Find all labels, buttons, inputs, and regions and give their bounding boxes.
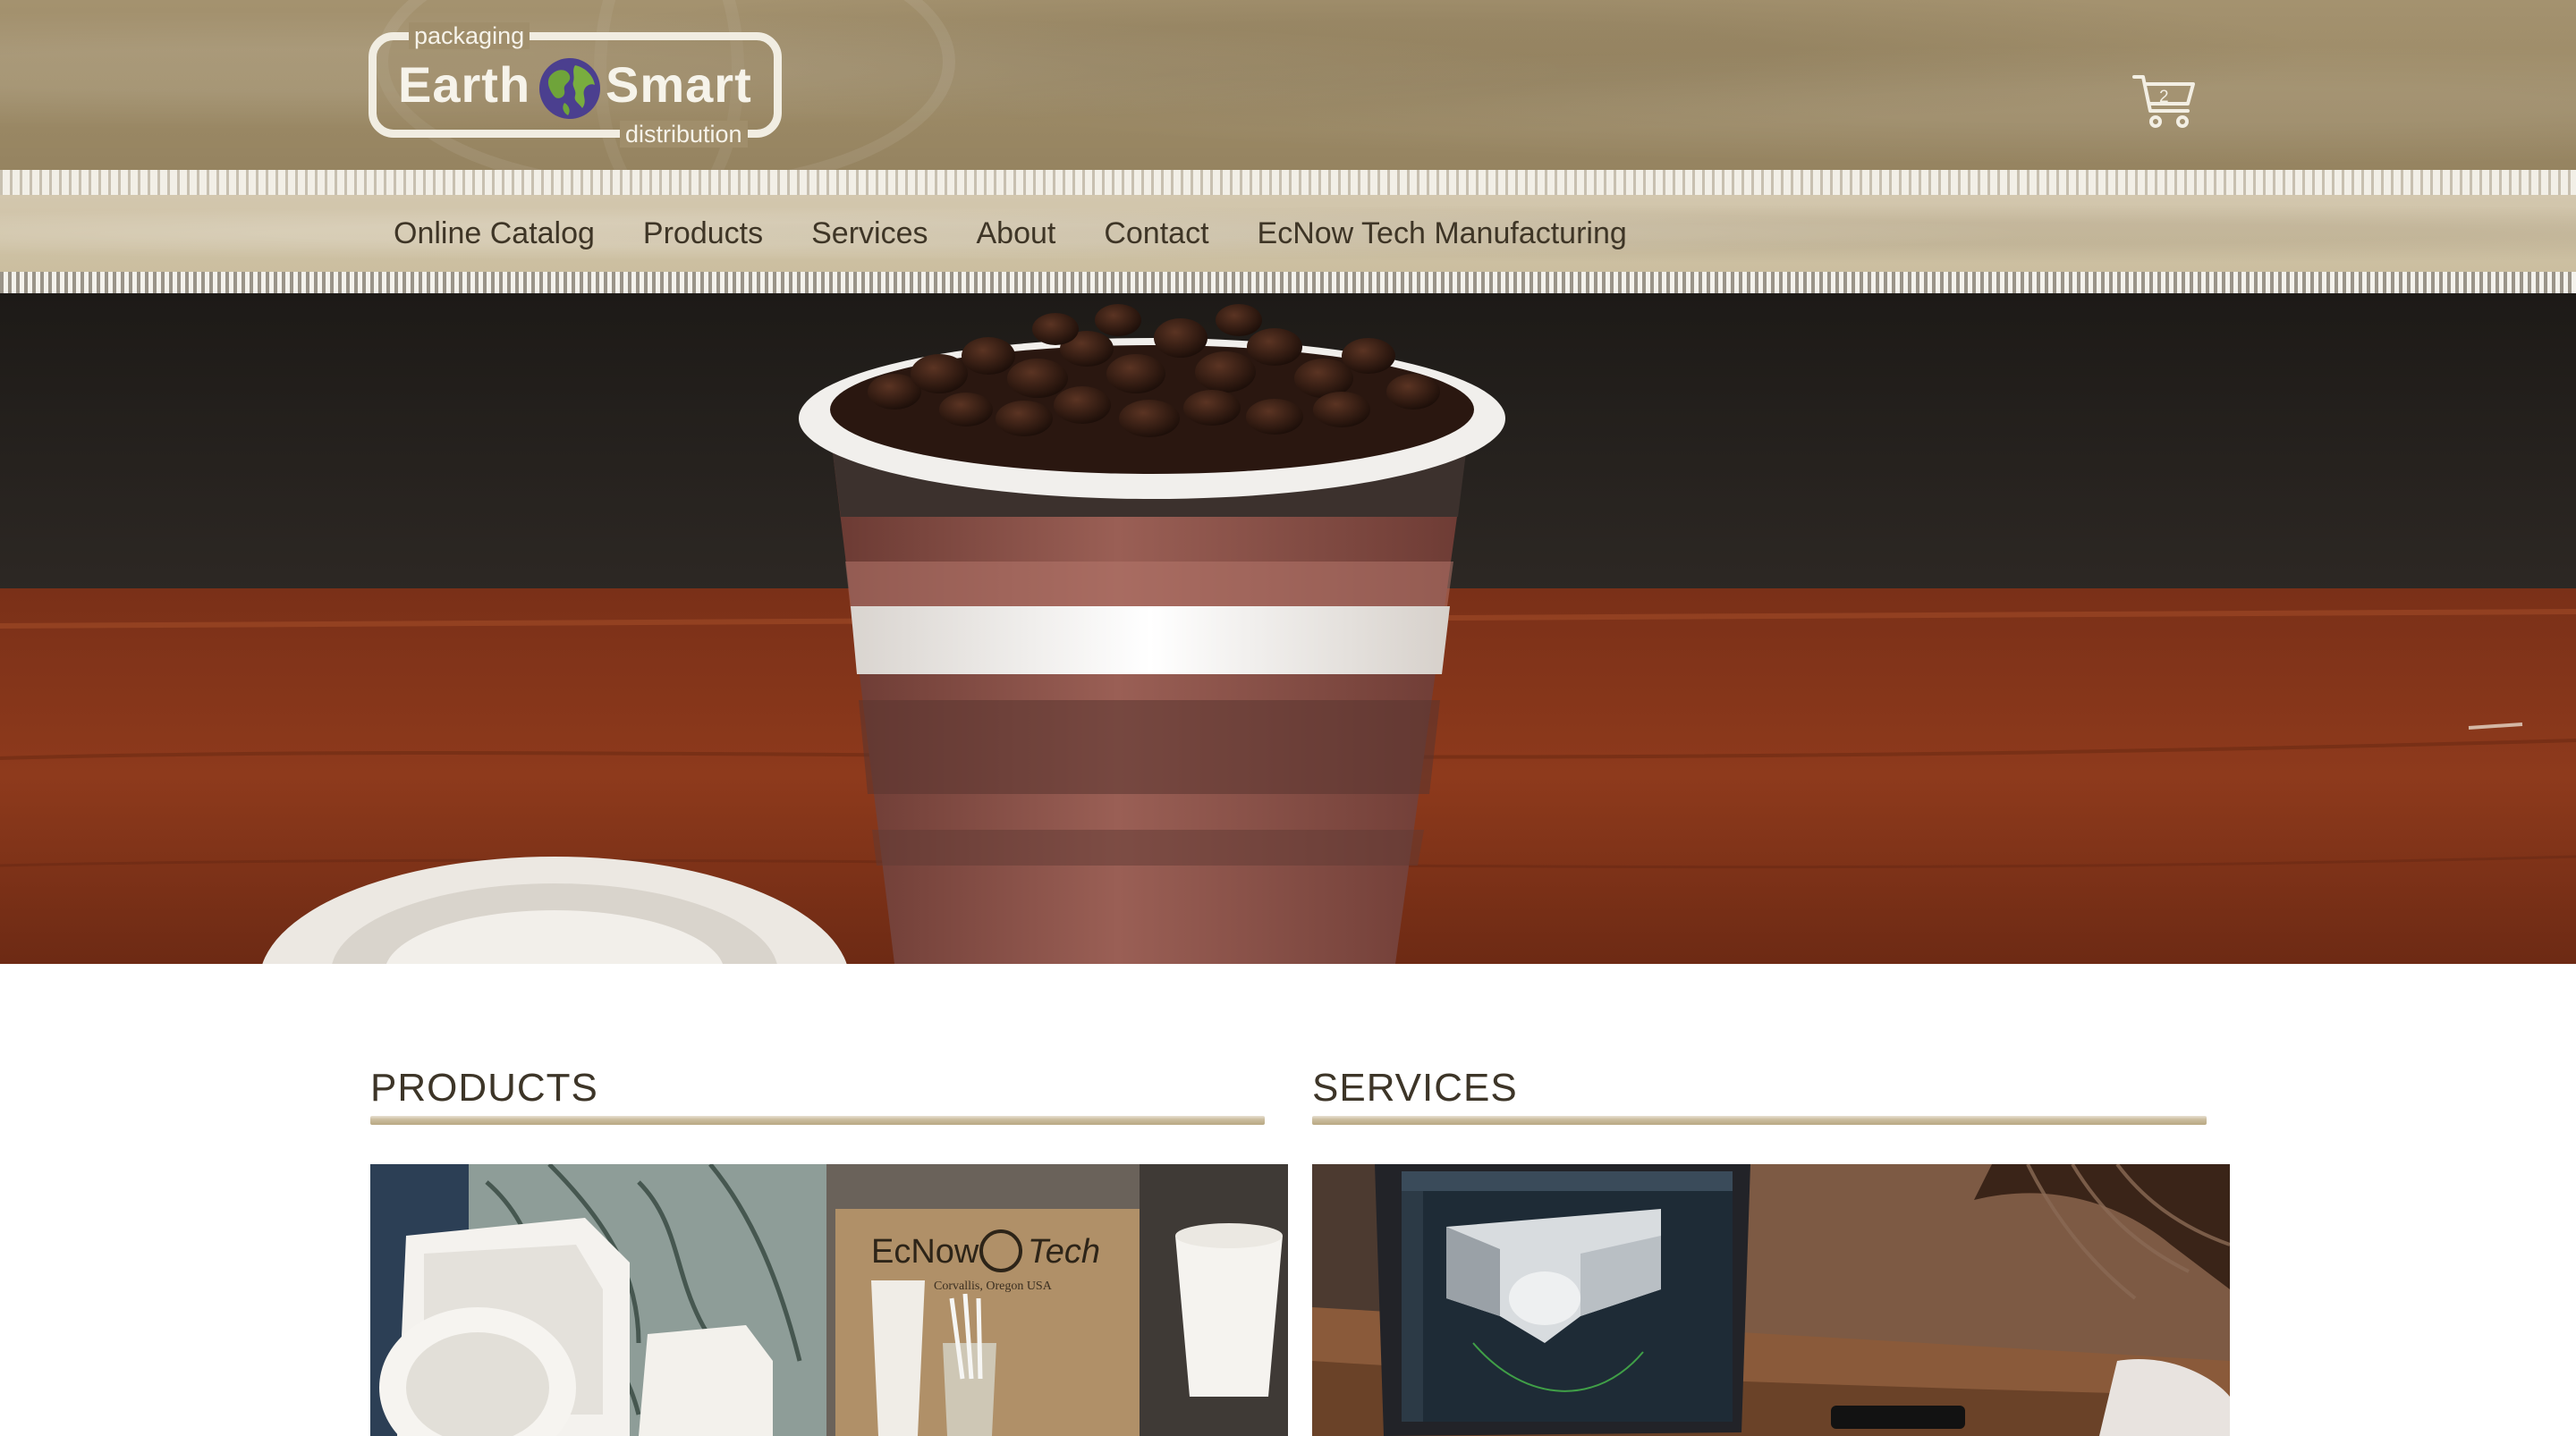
products-heading-rule: [370, 1116, 1265, 1125]
nav-torn-edge-top: [0, 170, 2576, 195]
nav-item-about[interactable]: About: [954, 216, 1077, 251]
site-logo[interactable]: packaging Earth Smart distribution: [369, 22, 782, 148]
globe-icon: [539, 58, 600, 119]
nav-torn-edge-bottom: [0, 272, 2576, 293]
services-heading-rule: [1312, 1116, 2207, 1125]
tech-box-label: Tech: [1028, 1233, 1100, 1271]
services-photo: [1312, 1164, 2230, 1436]
products-heading: PRODUCTS: [370, 1066, 598, 1110]
logo-tagline-top: packaging: [409, 22, 530, 49]
logo-tagline-bottom: distribution: [620, 121, 748, 148]
services-heading: SERVICES: [1312, 1066, 1518, 1110]
coffee-cup-with-beans-photo: [0, 293, 2576, 964]
nav-item-products[interactable]: Products: [622, 216, 784, 251]
logo-word-earth: Earth: [398, 56, 531, 113]
products-photo: EcNow Tech Corvallis, Oregon USA: [370, 1164, 1288, 1436]
logo-word-smart: Smart: [606, 56, 752, 113]
cart-button[interactable]: 2: [2132, 72, 2197, 131]
products-card[interactable]: EcNow Tech Corvallis, Oregon USA: [370, 1164, 1288, 1436]
nav-item-contact[interactable]: Contact: [1082, 216, 1230, 251]
nav-item-ecnow-tech[interactable]: EcNow Tech Manufacturing: [1236, 216, 1648, 251]
nav-item-services[interactable]: Services: [790, 216, 949, 251]
ecnow-box-label: EcNow: [871, 1233, 979, 1271]
services-card[interactable]: [1312, 1164, 2230, 1436]
hero-banner: [0, 293, 2576, 964]
cart-count-badge: 2: [2159, 88, 2169, 106]
site-header: packaging Earth Smart distribution 2: [0, 0, 2576, 216]
box-location-label: Corvallis, Oregon USA: [934, 1280, 1053, 1293]
main-nav-list: Online Catalog Products Services About C…: [372, 195, 1654, 272]
nav-item-online-catalog[interactable]: Online Catalog: [372, 216, 616, 251]
